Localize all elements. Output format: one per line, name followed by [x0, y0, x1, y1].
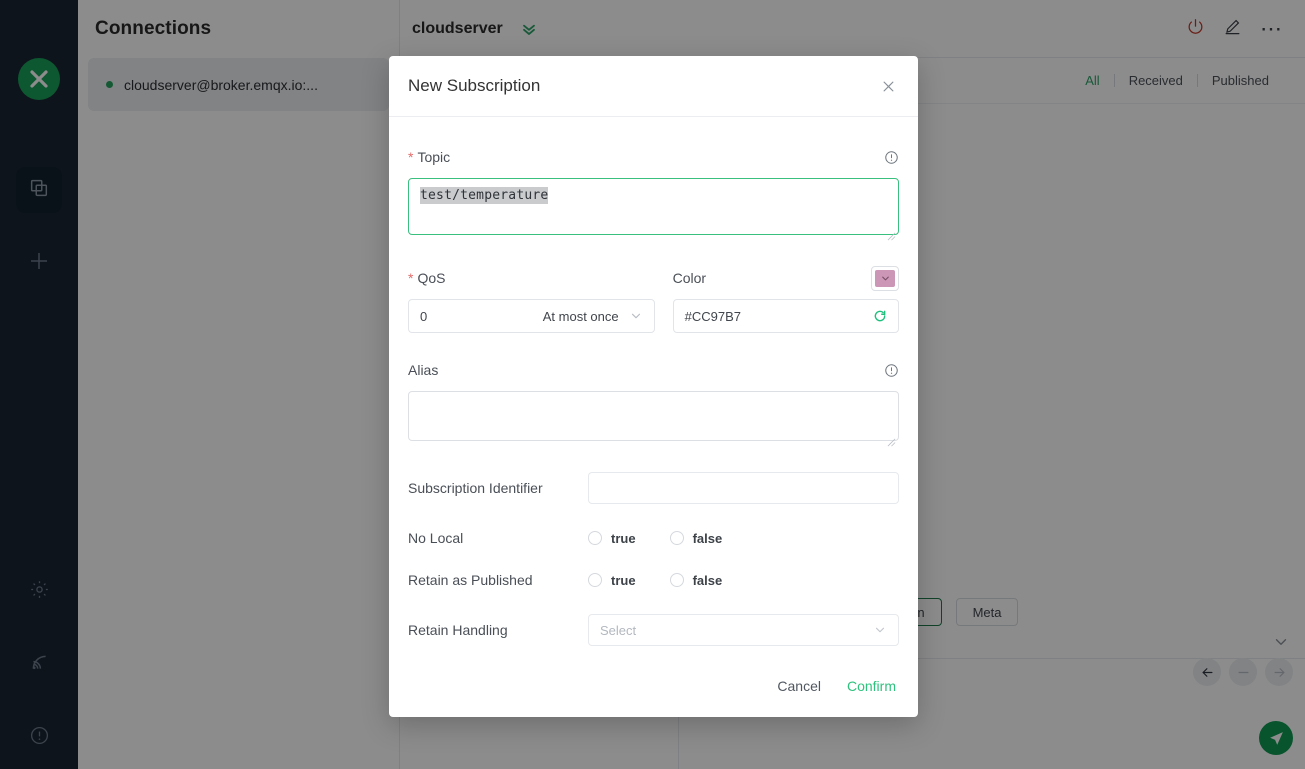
no-local-radio-true[interactable]: true — [588, 531, 636, 546]
dialog-body: Topic test/temperature — [389, 117, 918, 655]
refresh-icon[interactable] — [873, 309, 887, 323]
retain-handling-placeholder: Select — [600, 622, 637, 638]
close-x-icon[interactable] — [877, 75, 899, 97]
dialog-title: New Subscription — [408, 76, 541, 95]
topic-selected-text: test/temperature — [420, 187, 549, 204]
radio-circle-icon — [669, 573, 684, 587]
color-hex-value: #CC97B7 — [684, 308, 741, 324]
retain-as-published-radio-true[interactable]: true — [588, 573, 636, 588]
alias-field-wrap — [408, 379, 899, 447]
radio-circle-icon — [669, 531, 684, 545]
no-local-label: No Local — [408, 530, 464, 546]
qos-select[interactable]: 0 At most once — [408, 299, 655, 333]
color-label: Color — [672, 270, 707, 286]
dialog-header: New Subscription — [389, 56, 918, 117]
topic-label-row: Topic — [408, 148, 899, 166]
radio-label: true — [611, 572, 636, 588]
topic-field-wrap: test/temperature — [408, 166, 899, 241]
dialog-footer: Cancel Confirm — [389, 655, 918, 717]
retain-as-published-radio-group: true false — [588, 573, 756, 588]
exclamation-circle-icon[interactable] — [884, 363, 899, 378]
retain-as-published-radio-false[interactable]: false — [669, 572, 723, 588]
qos-group: QoS 0 At most once — [408, 269, 655, 333]
resize-grip-icon[interactable] — [887, 228, 896, 241]
cancel-button[interactable]: Cancel — [777, 678, 821, 694]
radio-label: true — [611, 530, 636, 546]
radio-label: false — [692, 572, 723, 588]
retain-handling-row: Retain Handling Select — [408, 614, 899, 646]
subscription-identifier-label: Subscription Identifier — [408, 480, 543, 496]
radio-circle-icon — [588, 573, 602, 587]
qos-label: QoS — [408, 270, 445, 286]
no-local-radio-false[interactable]: false — [669, 530, 723, 546]
color-picker-button[interactable] — [871, 265, 899, 291]
alias-group: Alias — [408, 361, 899, 447]
confirm-button[interactable]: Confirm — [847, 678, 896, 694]
retain-handling-select[interactable]: Select — [588, 614, 899, 646]
alias-input[interactable] — [408, 391, 899, 441]
alias-label-row: Alias — [408, 361, 899, 379]
color-swatch-wrap — [871, 265, 899, 291]
subscription-identifier-row: Subscription Identifier — [408, 472, 899, 504]
retain-as-published-label: Retain as Published — [408, 572, 533, 588]
radio-circle-icon — [588, 531, 602, 545]
no-local-radio-group: true false — [588, 531, 756, 546]
chevron-down-icon — [629, 309, 643, 323]
qos-color-row: QoS 0 At most once Color — [408, 265, 899, 333]
color-swatch — [875, 269, 895, 287]
exclamation-circle-icon[interactable] — [884, 150, 899, 165]
qos-label-row: QoS — [408, 269, 655, 287]
color-group: Color #CC97B7 — [672, 265, 899, 333]
color-label-row: Color — [672, 265, 899, 291]
color-hex-field[interactable]: #CC97B7 — [672, 299, 899, 333]
new-subscription-dialog: New Subscription Topic tes — [389, 56, 918, 717]
subscription-identifier-input[interactable] — [588, 472, 899, 504]
app-root: Connections cloudserver@broker.emqx.io:.… — [0, 0, 1305, 769]
resize-grip-icon[interactable] — [887, 434, 896, 447]
qos-value-text: At most once — [542, 308, 619, 324]
no-local-row: No Local true false — [408, 530, 899, 546]
qos-value: 0 — [420, 308, 428, 324]
chevron-down-icon — [873, 623, 887, 637]
retain-as-published-row: Retain as Published true false — [408, 572, 899, 588]
retain-handling-label: Retain Handling — [408, 622, 508, 638]
alias-label: Alias — [408, 362, 439, 378]
topic-label: Topic — [408, 149, 450, 165]
radio-label: false — [692, 530, 723, 546]
